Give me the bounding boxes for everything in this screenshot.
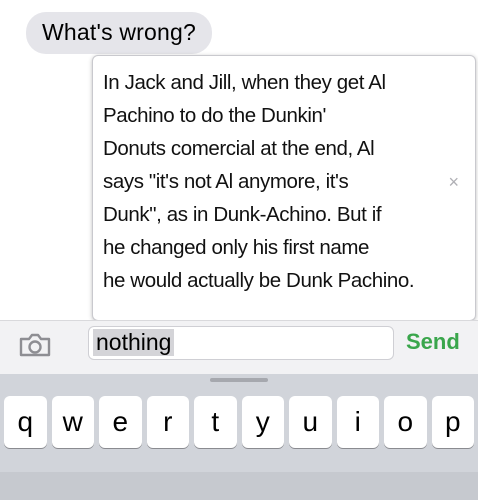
- message-input-value: nothing: [93, 329, 175, 356]
- key-p[interactable]: p: [431, 396, 474, 448]
- popup-line: Pachino to do the Dunkin': [103, 104, 326, 127]
- message-input[interactable]: nothing: [88, 326, 394, 360]
- message-input-bar: nothing Send: [0, 320, 478, 374]
- popup-line: Donuts comercial at the end, Al: [103, 137, 375, 160]
- keyboard-lower-area: [0, 472, 478, 500]
- popup-line: says "it's not Al anymore, it's: [103, 170, 349, 193]
- key-u[interactable]: u: [289, 396, 332, 448]
- send-button[interactable]: Send: [406, 329, 460, 355]
- popup-line: he changed only his first name: [103, 236, 370, 259]
- key-o[interactable]: o: [384, 396, 427, 448]
- message-thread: What's wrong? In Jack and Jill, when the…: [0, 0, 478, 321]
- key-e[interactable]: e: [99, 396, 142, 448]
- received-message-bubble: What's wrong?: [26, 12, 212, 54]
- keyboard: q w e r t y u i o p: [0, 374, 478, 500]
- keyboard-top-row: q w e r t y u i o p: [4, 396, 474, 448]
- popup-text: In Jack and Jill, when they get Al Pachi…: [103, 66, 423, 297]
- key-y[interactable]: y: [241, 396, 284, 448]
- key-w[interactable]: w: [51, 396, 94, 448]
- autocorrect-popup[interactable]: In Jack and Jill, when they get Al Pachi…: [92, 55, 476, 321]
- popup-line: Dunk", as in Dunk-Achino. But if: [103, 203, 382, 226]
- camera-icon[interactable]: [18, 332, 52, 358]
- close-icon[interactable]: ×: [448, 172, 459, 193]
- key-r[interactable]: r: [146, 396, 189, 448]
- key-i[interactable]: i: [336, 396, 379, 448]
- key-q[interactable]: q: [4, 396, 47, 448]
- popup-line: he would actually be Dunk Pachino.: [103, 269, 415, 292]
- keyboard-handle: [210, 378, 268, 382]
- key-t[interactable]: t: [194, 396, 237, 448]
- popup-line: In Jack and Jill, when they get Al: [103, 71, 386, 94]
